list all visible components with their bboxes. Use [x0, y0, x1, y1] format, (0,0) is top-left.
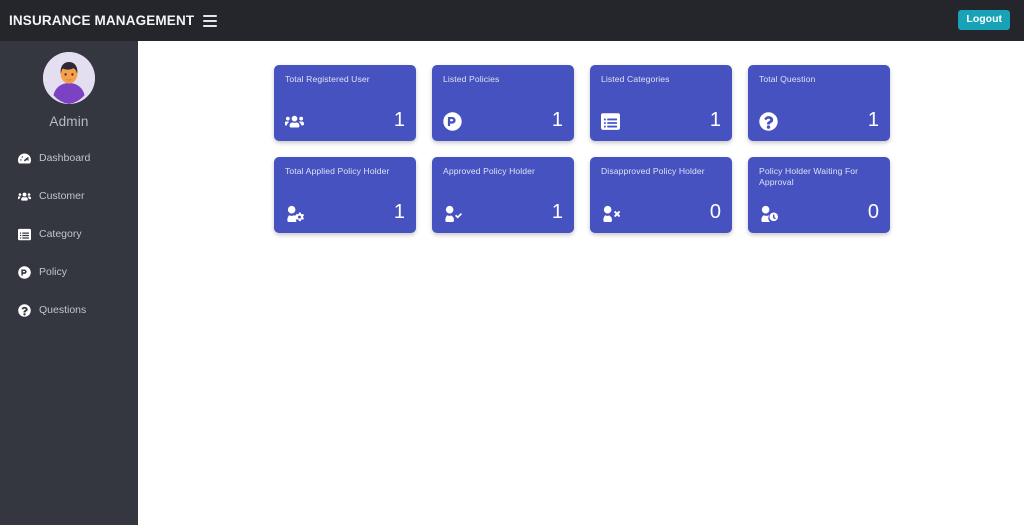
stat-card-listed-categories[interactable]: Listed Categories 1	[590, 65, 732, 141]
card-title: Listed Categories	[601, 74, 670, 84]
sidebar-item-customer[interactable]: Customer	[0, 182, 138, 211]
sidebar-item-category[interactable]: Category	[0, 220, 138, 249]
stat-card-total-applied-policy-holder[interactable]: Total Applied Policy Holder 1	[274, 157, 416, 233]
sidebar-item-policy[interactable]: Policy	[0, 258, 138, 287]
card-title: Disapproved Policy Holder	[601, 166, 705, 176]
sidebar-item-label: Policy	[39, 266, 68, 279]
users-icon	[18, 190, 31, 203]
stat-card-listed-policies[interactable]: Listed Policies 1	[432, 65, 574, 141]
card-title: Policy Holder Waiting For Approval	[759, 166, 859, 188]
main-content: Total Registered User 1 Listed Policies …	[138, 41, 1024, 525]
avatar-wrapper	[0, 41, 138, 104]
card-body: 1	[443, 183, 563, 223]
sidebar-item-dashboard[interactable]: Dashboard	[0, 144, 138, 173]
stat-card-policy-holder-waiting-for-approval[interactable]: Policy Holder Waiting For Approval 0	[748, 157, 890, 233]
sidebar: Admin Dashboard Customer Category Policy	[0, 41, 138, 525]
page-title: INSURANCE MANAGEMENT	[9, 13, 195, 28]
card-body: 1	[285, 183, 405, 223]
sidebar-item-label: Questions	[39, 304, 87, 317]
brand-area: INSURANCE MANAGEMENT	[9, 13, 218, 28]
hamburger-icon[interactable]	[203, 14, 218, 27]
sidebar-item-label: Dashboard	[39, 152, 91, 165]
question-circle-icon	[759, 112, 778, 131]
user-clock-icon	[759, 204, 778, 223]
card-value: 1	[393, 201, 405, 223]
card-title: Approved Policy Holder	[443, 166, 536, 176]
card-body: 0	[601, 183, 721, 223]
list-alt-icon	[18, 228, 31, 241]
card-value: 1	[867, 109, 879, 131]
sidebar-menu: Dashboard Customer Category Policy Quest	[0, 144, 138, 325]
card-body: 1	[601, 91, 721, 131]
stat-card-disapproved-policy-holder[interactable]: Disapproved Policy Holder 0	[590, 157, 732, 233]
users-icon	[285, 112, 304, 131]
stat-card-approved-policy-holder[interactable]: Approved Policy Holder 1	[432, 157, 574, 233]
tachometer-icon	[18, 152, 31, 165]
stat-card-total-registered-user[interactable]: Total Registered User 1	[274, 65, 416, 141]
logout-button[interactable]: Logout	[958, 10, 1010, 30]
sidebar-item-label: Customer	[39, 190, 85, 203]
card-value: 1	[393, 109, 405, 131]
stat-cards-grid: Total Registered User 1 Listed Policies …	[274, 65, 902, 233]
top-navbar: INSURANCE MANAGEMENT Logout	[0, 0, 1024, 41]
user-check-icon	[443, 204, 462, 223]
sidebar-user-name: Admin	[49, 114, 89, 129]
card-body: 1	[285, 91, 405, 131]
card-title: Total Registered User	[285, 74, 370, 84]
sidebar-item-questions[interactable]: Questions	[0, 296, 138, 325]
card-value: 1	[551, 109, 563, 131]
product-hunt-icon	[443, 112, 462, 131]
card-value: 1	[551, 201, 563, 223]
card-value: 0	[867, 201, 879, 223]
question-circle-icon	[18, 304, 31, 317]
card-value: 0	[709, 201, 721, 223]
avatar	[43, 52, 95, 104]
card-title: Total Question	[759, 74, 816, 84]
card-body: 1	[759, 91, 879, 131]
card-body: 1	[443, 91, 563, 131]
product-hunt-icon	[18, 266, 31, 279]
list-alt-icon	[601, 112, 620, 131]
card-body: 0	[759, 194, 879, 223]
stat-card-total-question[interactable]: Total Question 1	[748, 65, 890, 141]
user-times-icon	[601, 204, 620, 223]
card-title: Listed Policies	[443, 74, 500, 84]
sidebar-item-label: Category	[39, 228, 82, 241]
user-cog-icon	[285, 204, 304, 223]
card-value: 1	[709, 109, 721, 131]
card-title: Total Applied Policy Holder	[285, 166, 390, 176]
